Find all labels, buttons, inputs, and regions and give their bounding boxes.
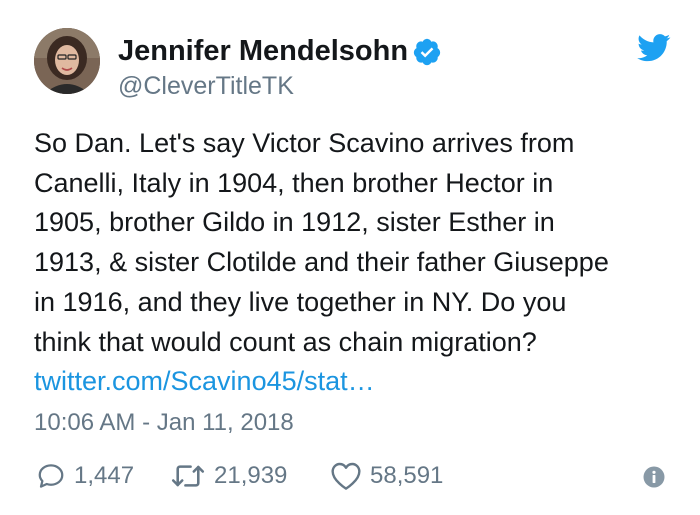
avatar[interactable] xyxy=(34,28,100,94)
tweet-text: So Dan. Let's say Victor Scavino arrives… xyxy=(34,124,679,402)
tweet-card: Jennifer Mendelsohn @CleverTitleTK So Da… xyxy=(0,0,700,515)
retweet-count: 21,939 xyxy=(214,462,288,489)
tweet-link[interactable]: twitter.com/Scavino45/stat… xyxy=(34,362,679,402)
heart-icon xyxy=(331,462,361,490)
tweet-text-line: 1905, brother Gildo in 1912, sister Esth… xyxy=(34,207,555,238)
tweet-text-line: So Dan. Let's say Victor Scavino arrives… xyxy=(34,128,575,158)
like-count: 58,591 xyxy=(370,462,444,489)
tweet-text-line: think that would count as chain migratio… xyxy=(34,326,537,357)
tweet-text-line: Canelli, Italy in 1904, then brother Hec… xyxy=(34,167,554,198)
tweet-text-line: 1913, & sister Clotilde and their father… xyxy=(34,247,609,278)
reply-button[interactable]: 1,447 xyxy=(36,458,134,494)
tweet-text-line: in 1916, and they live together in NY. D… xyxy=(34,286,567,317)
reply-icon xyxy=(38,464,64,488)
reply-count: 1,447 xyxy=(74,462,135,489)
user-handle[interactable]: @CleverTitleTK xyxy=(118,71,294,101)
like-button[interactable]: 58,591 xyxy=(330,458,443,494)
retweet-icon xyxy=(171,465,205,487)
tweet-timestamp[interactable]: 10:06 AM - Jan 11, 2018 xyxy=(34,408,294,438)
verified-badge-icon xyxy=(413,38,441,66)
twitter-bird-icon[interactable] xyxy=(637,34,671,62)
info-icon[interactable] xyxy=(643,466,665,488)
retweet-button[interactable]: 21,939 xyxy=(170,458,287,494)
display-name[interactable]: Jennifer Mendelsohn xyxy=(118,34,408,68)
